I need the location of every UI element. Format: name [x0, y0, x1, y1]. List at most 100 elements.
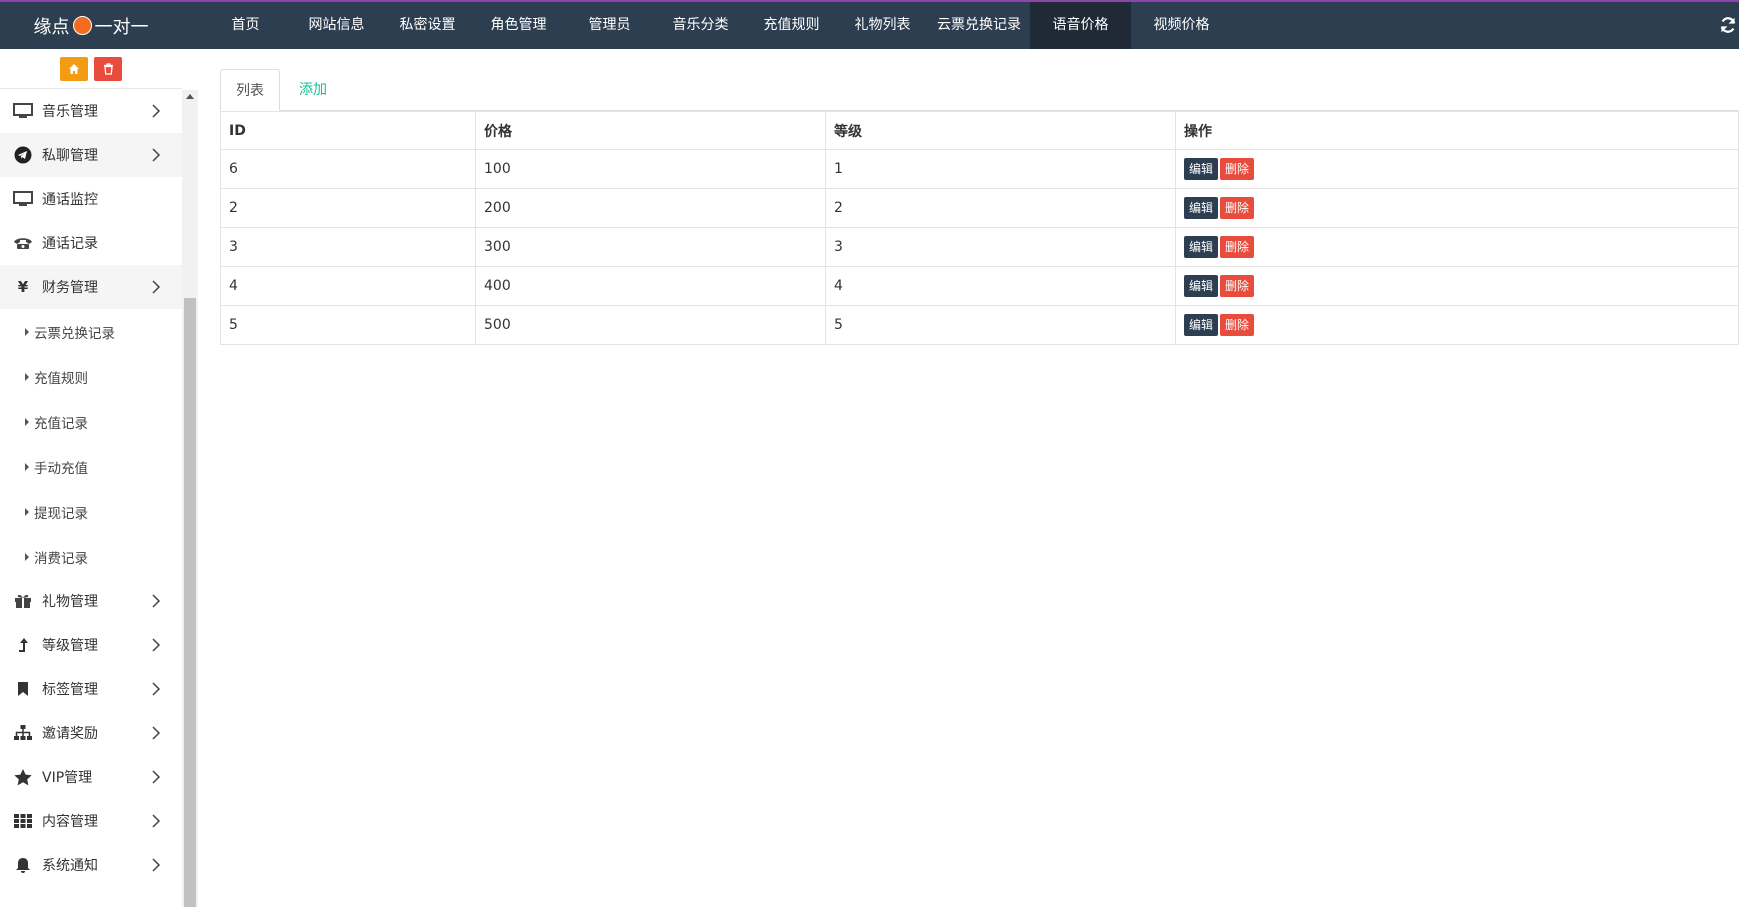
sidebar-item-level[interactable]: 等级管理	[0, 623, 182, 667]
chevron-right-icon	[152, 770, 161, 784]
sidebar-subitem-recharge-records[interactable]: 充值记录	[0, 399, 182, 444]
nav-privacy-settings[interactable]: 私密设置	[382, 2, 473, 49]
nav-ticket-exchange[interactable]: 云票兑换记录	[928, 2, 1030, 49]
nav-admins[interactable]: 管理员	[564, 2, 655, 49]
chevron-right-icon	[152, 638, 161, 652]
edit-button[interactable]: 编辑	[1184, 158, 1219, 180]
delete-button[interactable]: 删除	[1220, 236, 1255, 258]
sidebar: 音乐管理 私聊管理 通话监控 通话记录 ¥ 财务管理 云票兑换记录 充值规则 充…	[0, 49, 182, 907]
nav-recharge-rules[interactable]: 充值规则	[746, 2, 837, 49]
sidebar-item-content[interactable]: 内容管理	[0, 799, 182, 843]
cell-id: 3	[220, 227, 476, 267]
table-header-row: ID 价格 等级 操作	[220, 111, 1739, 150]
cell-id: 6	[220, 149, 476, 189]
nav-video-price[interactable]: 视频价格	[1131, 2, 1232, 49]
star-icon	[12, 767, 34, 787]
caret-right-icon	[25, 417, 29, 426]
cell-price: 200	[475, 188, 826, 228]
sidebar-item-gift[interactable]: 礼物管理	[0, 579, 182, 623]
cell-level: 4	[825, 266, 1176, 306]
logo-suffix: 一对一	[94, 16, 149, 38]
phone-icon	[12, 233, 34, 253]
home-button[interactable]	[60, 56, 88, 81]
column-header-level: 等级	[825, 111, 1176, 150]
sidebar-item-label: 通话监控	[42, 192, 98, 208]
content-tabs: 列表 添加	[220, 69, 1739, 111]
nav-gift-list[interactable]: 礼物列表	[837, 2, 928, 49]
sidebar-item-label: VIP管理	[42, 770, 93, 786]
edit-button[interactable]: 编辑	[1184, 275, 1219, 297]
sidebar-item-label: 礼物管理	[42, 594, 98, 610]
home-icon	[69, 63, 79, 74]
sidebar-item-label: 系统通知	[42, 858, 98, 874]
scroll-up-arrow-icon[interactable]	[186, 94, 194, 99]
sidebar-item-tags[interactable]: 标签管理	[0, 667, 182, 711]
sidebar-item-label: 邀请奖励	[42, 726, 98, 742]
chevron-right-icon	[152, 104, 161, 118]
cell-level: 2	[825, 188, 1176, 228]
tab-add[interactable]: 添加	[284, 69, 342, 111]
cell-id: 5	[220, 305, 476, 345]
edit-button[interactable]: 编辑	[1184, 197, 1219, 219]
sidebar-item-system-notice[interactable]: 系统通知	[0, 843, 182, 887]
gift-icon	[12, 591, 34, 611]
sidebar-item-music[interactable]: 音乐管理	[0, 89, 182, 133]
delete-button[interactable]: 删除	[1220, 275, 1255, 297]
clear-cache-button[interactable]	[94, 56, 122, 81]
sidebar-item-private-chat[interactable]: 私聊管理	[0, 133, 182, 177]
sidebar-subitem-ticket-exchange[interactable]: 云票兑换记录	[0, 309, 182, 354]
sidebar-item-finance[interactable]: ¥ 财务管理	[0, 265, 182, 309]
cell-id: 4	[220, 266, 476, 306]
delete-button[interactable]: 删除	[1220, 158, 1255, 180]
nav-site-info[interactable]: 网站信息	[291, 2, 382, 49]
level-up-icon	[12, 635, 34, 655]
sidebar-item-label: 等级管理	[42, 638, 98, 654]
table-row: 4 400 4 编辑 删除	[220, 266, 1739, 306]
chevron-right-icon	[152, 594, 161, 608]
table-row: 2 200 2 编辑 删除	[220, 188, 1739, 228]
sidebar-subitem-consumption-records[interactable]: 消费记录	[0, 534, 182, 579]
nav-role-management[interactable]: 角色管理	[473, 2, 564, 49]
cell-id: 2	[220, 188, 476, 228]
sidebar-menu: 音乐管理 私聊管理 通话监控 通话记录 ¥ 财务管理 云票兑换记录 充值规则 充…	[0, 89, 182, 887]
nav-music-category[interactable]: 音乐分类	[655, 2, 746, 49]
tab-list[interactable]: 列表	[220, 69, 280, 111]
trash-icon	[103, 62, 113, 75]
chevron-right-icon	[152, 280, 161, 294]
sitemap-icon	[12, 723, 34, 743]
sidebar-subitem-label: 手动充值	[34, 460, 88, 477]
sidebar-item-label: 私聊管理	[42, 148, 98, 164]
caret-right-icon	[25, 552, 29, 561]
edit-button[interactable]: 编辑	[1184, 236, 1219, 258]
cell-level: 1	[825, 149, 1176, 189]
nav-home[interactable]: 首页	[200, 2, 291, 49]
sidebar-subitem-manual-recharge[interactable]: 手动充值	[0, 444, 182, 489]
grid-icon	[12, 811, 34, 831]
delete-button[interactable]: 删除	[1220, 314, 1255, 336]
sidebar-item-invite-rewards[interactable]: 邀请奖励	[0, 711, 182, 755]
cell-price: 400	[475, 266, 826, 306]
cell-level: 3	[825, 227, 1176, 267]
sidebar-subitem-withdrawal-records[interactable]: 提现记录	[0, 489, 182, 534]
sidebar-item-label: 标签管理	[42, 682, 98, 698]
refresh-icon[interactable]	[1719, 16, 1737, 34]
bookmark-icon	[12, 679, 34, 699]
cell-price: 100	[475, 149, 826, 189]
chevron-right-icon	[152, 682, 161, 696]
main-content: 列表 添加 ID 价格 等级 操作 6 100 1 编辑 删除 2 200 2 编…	[198, 49, 1739, 907]
sidebar-item-call-monitor[interactable]: 通话监控	[0, 177, 182, 221]
top-nav: 首页 网站信息 私密设置 角色管理 管理员 音乐分类 充值规则 礼物列表 云票兑…	[200, 2, 1232, 49]
nav-voice-price[interactable]: 语音价格	[1030, 2, 1131, 49]
sidebar-subitem-label: 云票兑换记录	[34, 325, 115, 342]
sidebar-item-vip[interactable]: VIP管理	[0, 755, 182, 799]
cell-price: 500	[475, 305, 826, 345]
top-navbar: 缘点 一对一 首页 网站信息 私密设置 角色管理 管理员 音乐分类 充值规则 礼…	[0, 0, 1739, 49]
sidebar-item-label: 通话记录	[42, 236, 98, 252]
logo[interactable]: 缘点 一对一	[0, 2, 182, 49]
chevron-right-icon	[152, 726, 161, 740]
sidebar-subitem-recharge-rules[interactable]: 充值规则	[0, 354, 182, 399]
delete-button[interactable]: 删除	[1220, 197, 1255, 219]
sidebar-item-call-records[interactable]: 通话记录	[0, 221, 182, 265]
edit-button[interactable]: 编辑	[1184, 314, 1219, 336]
sidebar-scrollbar-thumb[interactable]	[184, 298, 196, 907]
